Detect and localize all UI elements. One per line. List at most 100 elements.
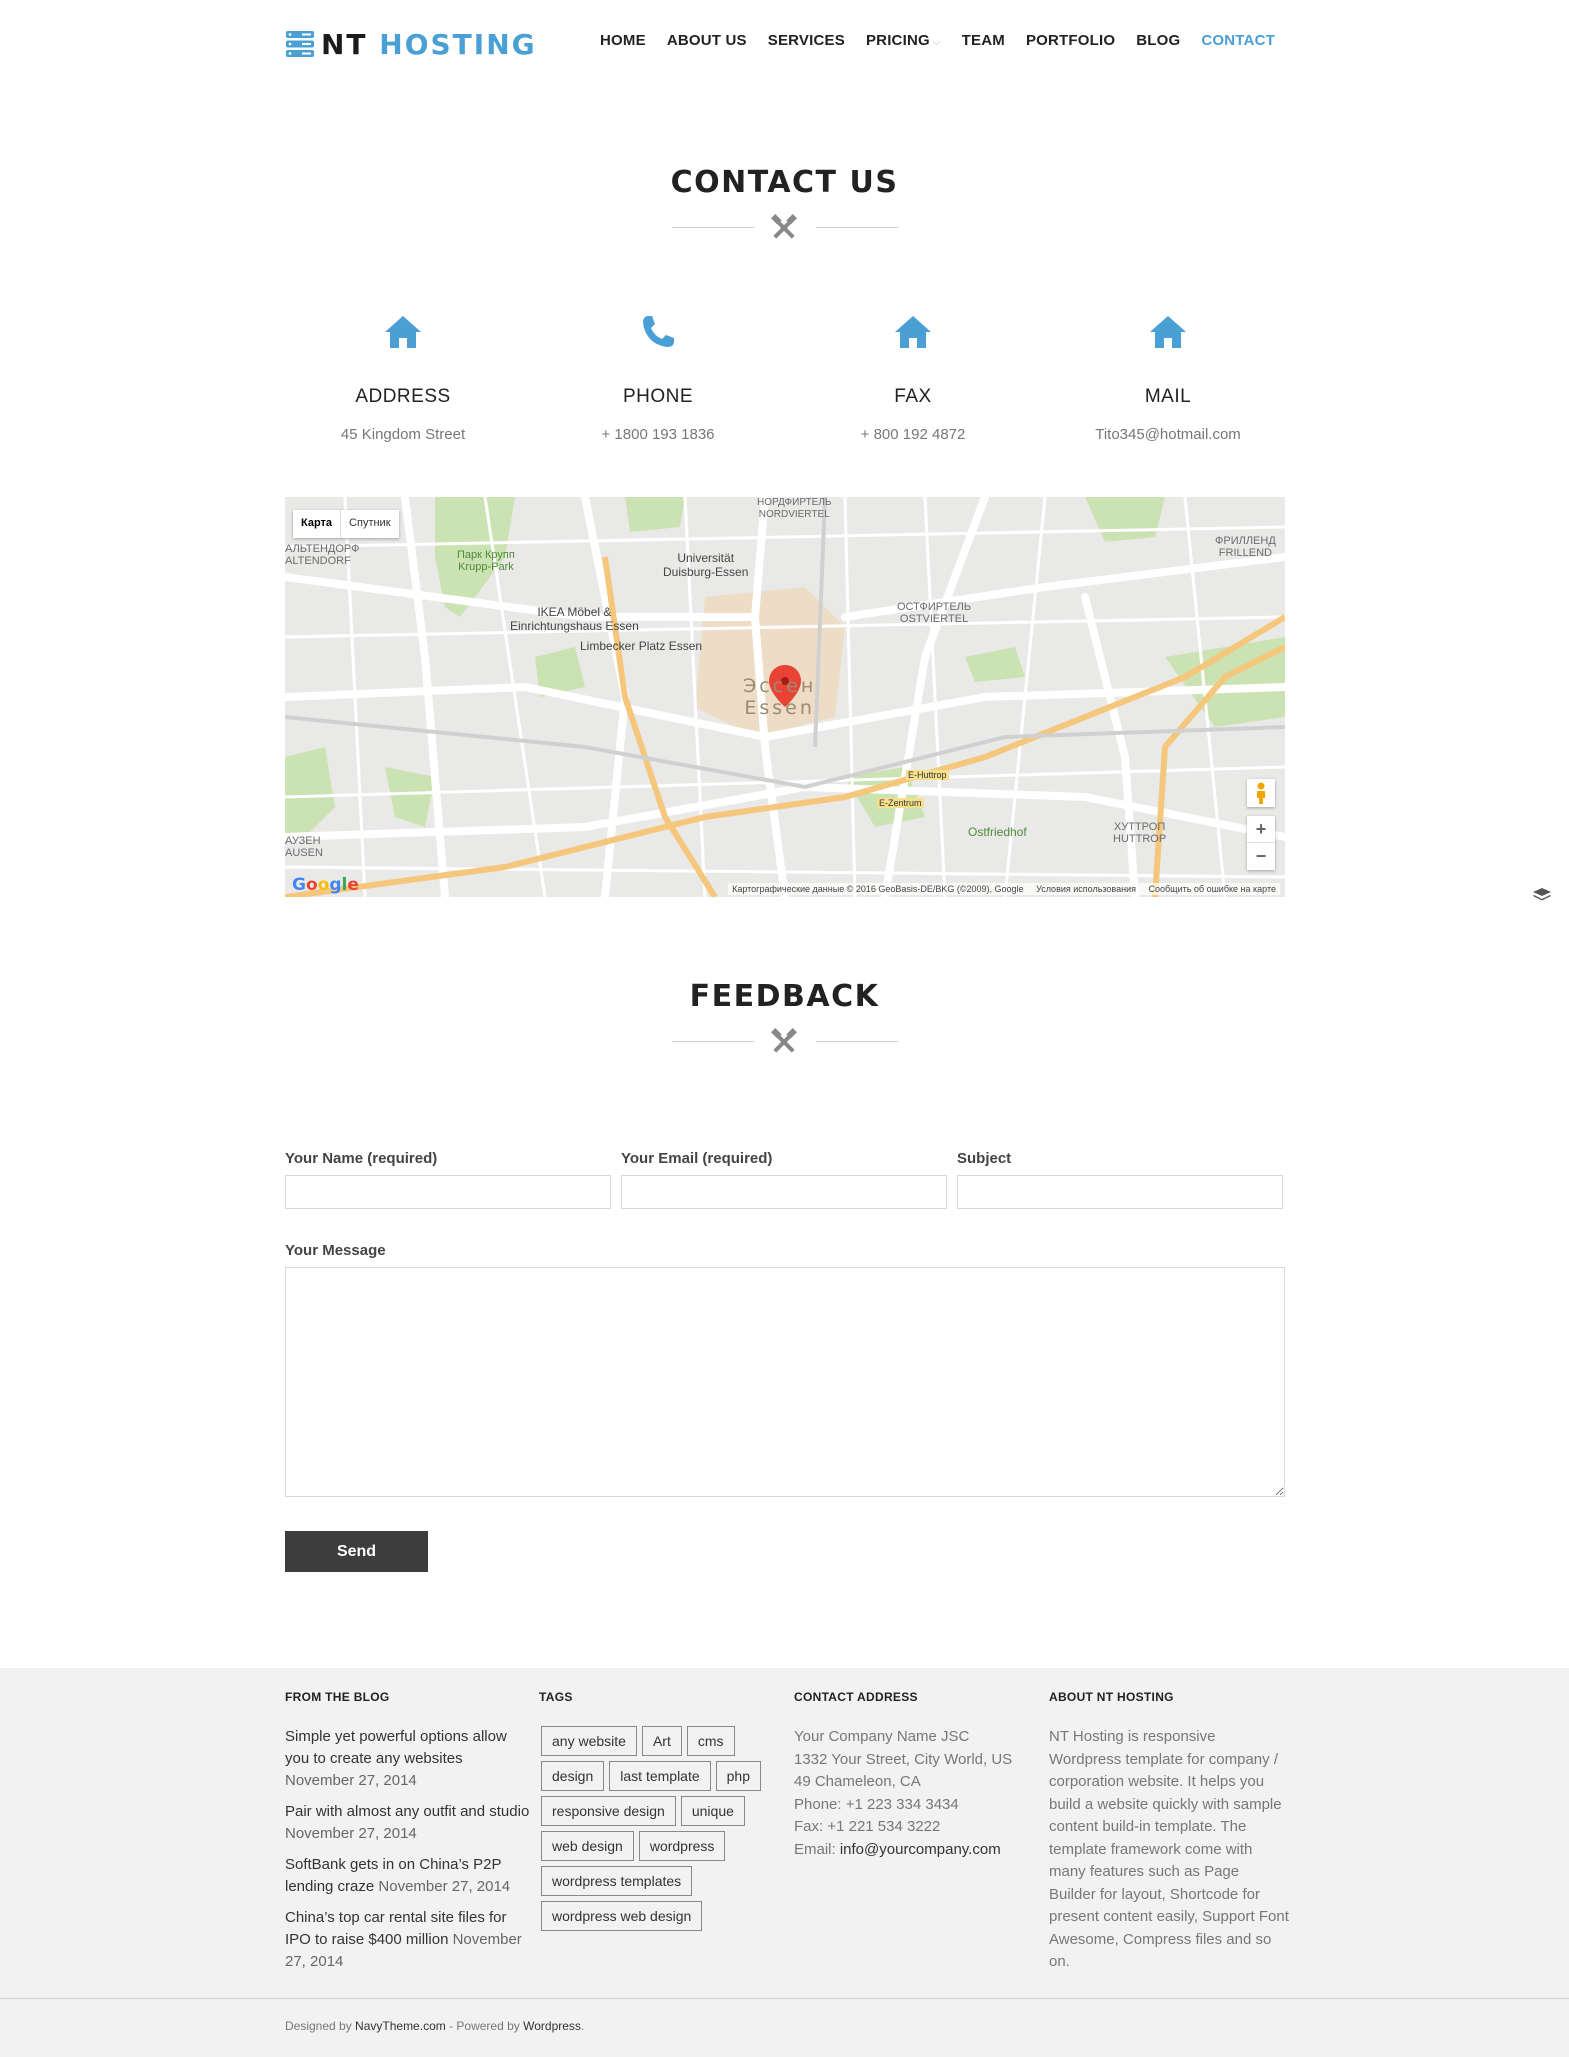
- blog-post-date: November 27, 2014: [378, 1878, 511, 1895]
- nav-pricing-label: PRICING: [865, 32, 930, 49]
- blog-post-title[interactable]: Pair with almost any outfit and studio: [285, 1803, 529, 1820]
- email-field[interactable]: [621, 1175, 947, 1209]
- nav-about-us[interactable]: ABOUT US: [667, 32, 747, 49]
- footer-contact: CONTACT ADDRESS Your Company Name JSC 13…: [794, 1690, 1039, 1861]
- contact-mail-value[interactable]: Tito345@hotmail.com: [1043, 426, 1293, 443]
- contact-street: 1332 Your Street, City World, US: [794, 1750, 1013, 1768]
- message-field-label: Your Message: [285, 1242, 386, 1259]
- contact-address-value: 45 Kingdom Street: [340, 426, 466, 443]
- tag-link[interactable]: php: [715, 1761, 761, 1791]
- tag-link[interactable]: web design: [541, 1831, 634, 1861]
- tag-link[interactable]: any website: [541, 1726, 637, 1756]
- map-city-label: Эссен Essen: [743, 675, 817, 719]
- contact-mail: MAIL Tito345@hotmail.com: [1043, 310, 1293, 443]
- nav-portfolio[interactable]: PORTFOLIO: [1026, 32, 1115, 49]
- map-label-altendorf: АЛЬТЕНДОРФ ALTENDORF: [285, 543, 360, 567]
- tag-link[interactable]: Art: [641, 1726, 682, 1756]
- contact-phone-label: PHONE: [622, 386, 694, 407]
- blog-post: Simple yet powerful options allow you to…: [285, 1726, 530, 1792]
- nav-contact[interactable]: CONTACT: [1201, 32, 1275, 49]
- google-map[interactable]: Эссен Essen НОРДФИРТЕЛЬ NORDVIERTEL Парк К…: [285, 497, 1285, 897]
- nav-home[interactable]: HOME: [600, 32, 646, 49]
- hammer-pick-icon: [771, 214, 797, 239]
- name-field[interactable]: [285, 1175, 611, 1209]
- tag-link[interactable]: wordpress templates: [541, 1866, 693, 1896]
- footer-tags: TAGS any website Art cms design last tem…: [539, 1690, 784, 1931]
- tag-link[interactable]: cms: [686, 1726, 735, 1756]
- map-label-limbecker: Limbecker Platz Essen: [580, 639, 703, 653]
- tag-link[interactable]: wordpress web design: [541, 1901, 703, 1931]
- blog-post: Pair with almost any outfit and studio N…: [285, 1801, 530, 1845]
- layers-icon[interactable]: [1532, 887, 1552, 903]
- footer-about-heading: ABOUT NT HOSTING: [1049, 1690, 1174, 1704]
- map-type-satellite-button[interactable]: Спутник: [341, 510, 398, 538]
- contact-fax-value: + 800 192 4872: [860, 426, 966, 443]
- tag-link[interactable]: design: [541, 1761, 605, 1791]
- map-type-toggle: Карта Спутник: [293, 510, 399, 538]
- logo-text: NT HOSTING: [321, 27, 537, 61]
- footer-bottom-bar: Designed by NavyTheme.com - Powered by W…: [0, 1998, 1569, 2057]
- tag-link[interactable]: last template: [609, 1761, 711, 1791]
- contact-phone-value: + 1800 193 1836: [601, 426, 715, 443]
- platform-link[interactable]: Wordpress: [523, 2019, 581, 2033]
- hammer-pick-icon: [771, 1028, 797, 1053]
- footer-credit: Designed by NavyTheme.com - Powered by W…: [285, 2019, 585, 2033]
- subject-field-label: Subject: [957, 1150, 1012, 1167]
- message-field[interactable]: [285, 1267, 1285, 1497]
- title-divider: [672, 213, 898, 243]
- home-icon: [1150, 316, 1186, 348]
- nav-team[interactable]: TEAM: [962, 32, 1005, 49]
- designer-link[interactable]: NavyTheme.com: [355, 2019, 446, 2033]
- title-divider: [672, 1027, 898, 1057]
- map-zoom-in-button[interactable]: +: [1247, 816, 1275, 843]
- about-text: NT Hosting is responsive Wordpress templ…: [1049, 1728, 1289, 1970]
- nav-blog[interactable]: BLOG: [1136, 32, 1180, 49]
- contact-phone: Phone: +1 223 334 3434: [794, 1795, 959, 1813]
- footer-blog: FROM THE BLOG Simple yet powerful option…: [285, 1690, 530, 1982]
- map-report-link[interactable]: Сообщить об ошибке на карте: [1149, 884, 1276, 894]
- send-button[interactable]: Send: [285, 1531, 428, 1572]
- contact-mail-label: MAIL: [1144, 386, 1192, 407]
- map-label-ikea: IKEA Möbel & Einrichtungshaus Essen: [510, 605, 639, 633]
- contact-email-link[interactable]: info@yourcompany.com: [840, 1841, 1001, 1858]
- map-type-map-button[interactable]: Карта: [293, 510, 342, 538]
- nav-services[interactable]: SERVICES: [768, 32, 845, 49]
- map-zoom-controls: + −: [1247, 816, 1275, 870]
- google-logo[interactable]: Google: [292, 875, 359, 895]
- footer-tags-heading: TAGS: [539, 1690, 573, 1704]
- home-icon: [385, 316, 421, 348]
- street-view-pegman[interactable]: [1247, 779, 1275, 807]
- tag-link[interactable]: unique: [680, 1796, 745, 1826]
- map-label-frillend: ФРИЛЛЕНД FRILLEND: [1215, 535, 1276, 559]
- contact-email: Email: info@yourcompany.com: [794, 1840, 1001, 1858]
- contact-city: 49 Chameleon, CA: [794, 1773, 921, 1790]
- map-zoom-out-button[interactable]: −: [1247, 843, 1275, 870]
- blog-post-date: November 27, 2014: [285, 1825, 417, 1842]
- pegman-icon: [1257, 782, 1265, 804]
- contact-address-label: ADDRESS: [355, 386, 451, 407]
- site-logo[interactable]: NT HOSTING: [285, 26, 537, 62]
- nav-pricing[interactable]: PRICING ⌵: [866, 32, 941, 49]
- blog-post-date: November 27, 2014: [285, 1772, 417, 1789]
- map-label-ostviertel: ОСТФИРТЕЛЬ OSTVIERTEL: [897, 601, 972, 625]
- map-label-ausen: АУЗЕН AUSEN: [285, 835, 323, 859]
- contact-company: Your Company Name JSC: [794, 1728, 970, 1745]
- map-label-nordviertel: НОРДФИРТЕЛЬ NORDVIERTEL: [757, 497, 832, 520]
- contact-fax: Fax: +1 221 534 3222: [794, 1818, 941, 1835]
- feedback-section-title: FEEDBACK: [689, 979, 880, 1014]
- tag-link[interactable]: wordpress: [638, 1831, 726, 1861]
- blog-post-title[interactable]: Simple yet powerful options allow you to…: [285, 1728, 507, 1767]
- map-attribution-text: Картографические данные © 2016 GeoBasis-…: [732, 884, 1024, 894]
- contact-fax-label: FAX: [894, 386, 932, 407]
- blog-post: SoftBank gets in on China’s P2P lending …: [285, 1854, 530, 1898]
- chevron-down-icon: ⌵: [932, 37, 941, 48]
- tag-cloud: any website Art cms design last template…: [539, 1726, 779, 1931]
- site-header: NT HOSTING HOME ABOUT US SERVICES PRICIN…: [285, 20, 1285, 66]
- map-terms-link[interactable]: Условия использования: [1036, 884, 1136, 894]
- blog-post: China’s top car rental site files for IP…: [285, 1907, 530, 1973]
- contact-section-title: CONTACT US: [670, 165, 899, 200]
- footer-contact-heading: CONTACT ADDRESS: [794, 1690, 918, 1704]
- phone-icon: [643, 316, 674, 347]
- tag-link[interactable]: responsive design: [541, 1796, 676, 1826]
- subject-field[interactable]: [957, 1175, 1283, 1209]
